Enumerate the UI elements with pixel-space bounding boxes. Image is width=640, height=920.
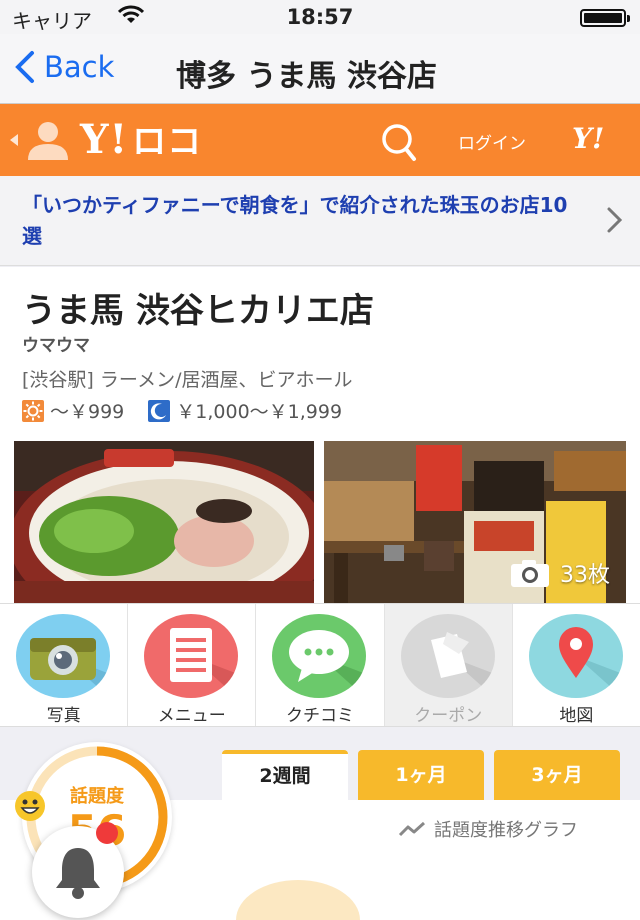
shop-name: うま馬 渋谷ヒカリエ店 — [22, 291, 374, 331]
smiley-icon — [15, 791, 45, 821]
tab-3-months[interactable]: 3ヶ月 — [494, 750, 620, 800]
sun-icon — [22, 399, 44, 422]
speech-bubble-icon — [272, 614, 367, 698]
app-header: Y! ロコ ログイン Y! — [0, 104, 640, 176]
photo-count-label: 33枚 — [560, 563, 610, 588]
status-bar: キャリア 18:57 — [0, 0, 640, 34]
camera-icon — [16, 614, 110, 698]
page-title: 博多 うま馬 渋谷店 — [176, 59, 437, 94]
user-icon[interactable] — [26, 120, 70, 164]
menu-label: 地図 — [559, 706, 594, 726]
notification-badge — [96, 822, 118, 844]
menu-list-icon — [144, 614, 239, 698]
interior-photo[interactable]: 33枚 — [324, 441, 626, 603]
shop-genre: [渋谷駅] ラーメン/居酒屋、ビアホール — [22, 369, 353, 391]
logo-text: Y! — [80, 116, 129, 163]
drawer-arrow-icon[interactable] — [10, 134, 18, 146]
login-link[interactable]: ログイン — [458, 129, 526, 154]
yahoo-loco-logo[interactable]: Y! ロコ — [80, 114, 202, 163]
line-chart-icon — [398, 821, 426, 837]
tab-1-month[interactable]: 1ヶ月 — [358, 750, 484, 800]
chevron-left-icon — [15, 51, 34, 83]
menu-item-menu[interactable]: メニュー — [128, 604, 257, 726]
photo-strip: 33枚 — [0, 437, 640, 603]
lunch-budget: 〜￥999 — [50, 401, 125, 423]
banner-text: 「いつかティファニーで朝食を」で紹介された珠玉のお店10選 — [22, 193, 568, 248]
back-button[interactable]: Back — [14, 50, 114, 84]
menu-item-reviews[interactable]: クチコミ — [256, 604, 385, 726]
shop-info: うま馬 渋谷ヒカリエ店 ウマウマ [渋谷駅] ラーメン/居酒屋、ビアホール 〜￥… — [0, 267, 640, 437]
menu-label: クーポン — [414, 706, 483, 726]
notification-button[interactable] — [32, 822, 124, 918]
shop-kana: ウマウマ — [22, 336, 90, 356]
camera-icon — [511, 560, 549, 587]
tab-2-weeks[interactable]: 2週間 — [222, 750, 348, 800]
menu-label: クチコミ — [286, 706, 354, 726]
shop-budget: 〜￥999 ￥1,000〜￥1,999 — [22, 397, 342, 424]
navigation-bar: Back 博多 うま馬 渋谷店 — [0, 34, 640, 104]
map-pin-icon — [528, 614, 623, 698]
menu-label: メニュー — [157, 706, 226, 726]
menu-item-map[interactable]: 地図 — [513, 604, 640, 726]
photo-count: 33枚 — [510, 557, 610, 589]
menu-item-photos[interactable]: 写真 — [0, 604, 129, 726]
chevron-right-icon — [607, 207, 623, 233]
search-icon[interactable] — [380, 122, 420, 166]
shop-menu: 写真 メニュー クチコミ クーポン 地図 — [0, 603, 640, 727]
battery-icon — [580, 9, 630, 27]
menu-label: 写真 — [46, 706, 81, 726]
logo-suffix: ロコ — [132, 122, 203, 162]
menu-item-coupon[interactable]: クーポン — [384, 604, 513, 726]
period-tabs: 2週間 1ヶ月 3ヶ月 — [222, 750, 630, 800]
moon-icon — [148, 399, 171, 422]
yahoo-mark[interactable]: Y! — [572, 122, 604, 155]
ramen-photo[interactable] — [14, 441, 314, 603]
promo-banner[interactable]: 「いつかティファニーで朝食を」で紹介された珠玉のお店10選 — [0, 176, 640, 266]
trend-graph-link[interactable]: 話題度推移グラフ — [398, 816, 578, 842]
screen: キャリア 18:57 Back 博多 うま馬 渋谷店 Y! ロコ ログイン Y! … — [0, 0, 640, 920]
coupon-icon — [400, 614, 495, 698]
status-time: 18:57 — [286, 5, 354, 29]
graph-link-label: 話題度推移グラフ — [434, 820, 578, 841]
dinner-budget: ￥1,000〜￥1,999 — [176, 401, 343, 423]
back-label: Back — [44, 50, 115, 84]
